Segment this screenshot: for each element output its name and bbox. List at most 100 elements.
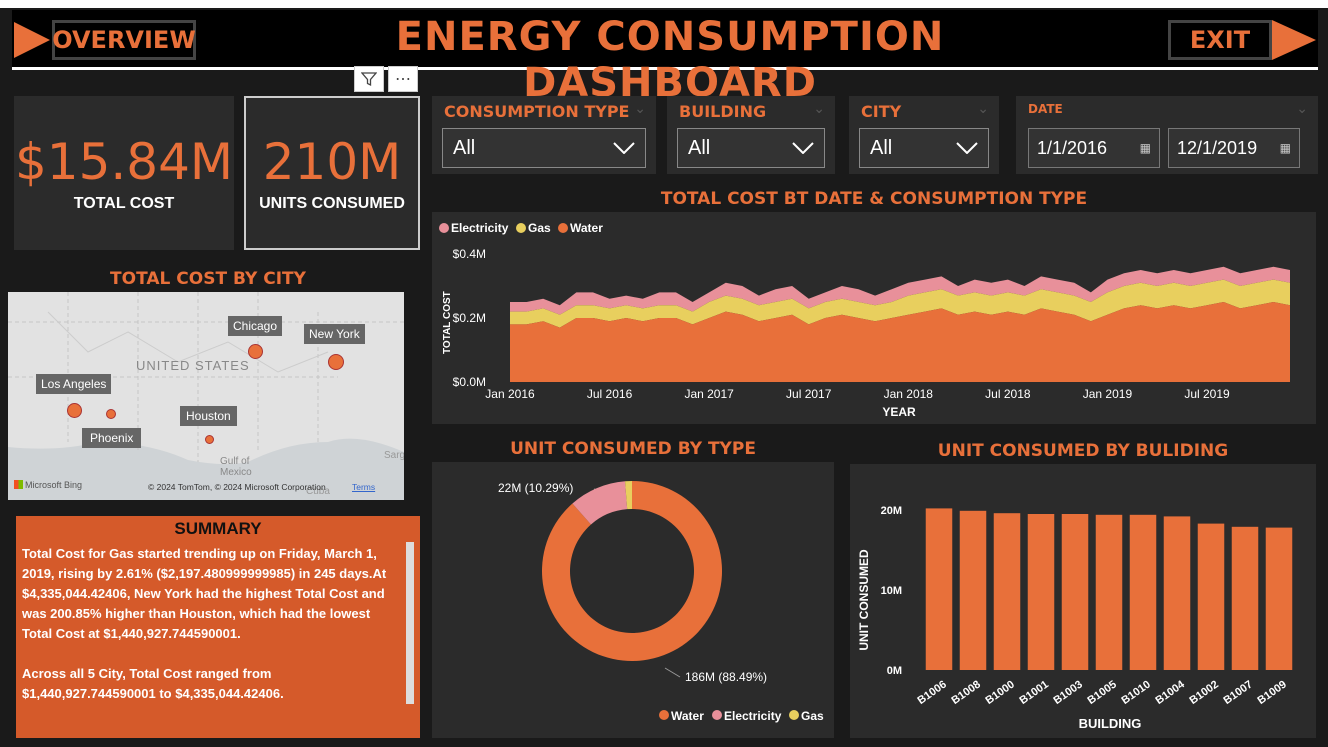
map-bubble-houston[interactable] (205, 435, 214, 444)
consumption-type-dropdown[interactable]: All (442, 128, 646, 168)
donut-label-water: 186M (88.49%) (685, 670, 767, 684)
legend-gas-label: Gas (801, 709, 824, 723)
x-tick-label: B1009 (1255, 679, 1288, 707)
x-tick-label: B1004 (1153, 678, 1187, 707)
chevron-down-icon[interactable]: ⌄ (977, 100, 989, 117)
city-label-phoenix: Phoenix (82, 428, 142, 448)
legend-gas-label: Gas (528, 221, 551, 235)
x-tick-label: B1003 (1051, 679, 1084, 707)
overview-button[interactable]: OVERVIEW (52, 20, 196, 60)
building-dropdown[interactable]: All (677, 128, 825, 168)
bar-b1005 (1095, 514, 1123, 670)
legend-electricity-label: Electricity (451, 221, 509, 235)
legend-gas-swatch (516, 223, 526, 233)
bar-chart[interactable]: UNIT CONSUMED BUILDING 0M10M20MB1006 B100… (850, 464, 1316, 738)
bing-text: Microsoft Bing (25, 480, 83, 490)
summary-paragraph-1: Total Cost for Gas started trending up o… (22, 546, 387, 641)
legend-electricity-swatch (712, 710, 722, 720)
area-chart-title: TOTAL COST BT DATE & CONSUMPTION TYPE (432, 186, 1316, 212)
bar-b1002 (1197, 523, 1225, 670)
y-tick-label: 10M (881, 585, 902, 597)
calendar-icon[interactable]: ▦ (1140, 141, 1151, 155)
start-date-input[interactable]: 1/1/2016 ▦ (1028, 128, 1160, 168)
donut-chart-title: UNIT CONSUMED BY TYPE (432, 436, 834, 462)
x-tick-label: B1005 (1085, 679, 1118, 707)
sarg-label: Sarg (384, 450, 404, 461)
bar-b1008 (959, 510, 987, 670)
consumption-type-slicer: CONSUMPTION TYPE ⌄ All (432, 96, 656, 174)
legend-electricity-label: Electricity (724, 709, 782, 723)
x-tick-label: B1002 (1187, 679, 1220, 707)
y-tick-label: $0.2M (453, 311, 486, 325)
bar-b1010 (1129, 514, 1157, 670)
x-tick-label: B1000 (983, 679, 1016, 707)
dropdown-value: All (870, 136, 893, 159)
legend-water-swatch (659, 710, 669, 720)
date-slicer: DATE ⌄ 1/1/2016 ▦ 12/1/2019 ▦ (1016, 96, 1318, 174)
filter-icon[interactable] (354, 66, 384, 92)
top-strip (0, 0, 1328, 8)
map-bubble-new-york[interactable] (328, 354, 344, 370)
chevron-down-icon[interactable]: ⌄ (813, 100, 825, 117)
y-tick-label: $0.0M (453, 375, 486, 389)
x-tick-label: Jan 2018 (884, 387, 934, 401)
bing-logo: Microsoft Bing (14, 480, 82, 490)
city-map[interactable]: UNITED STATES Gulf of Mexico Cuba Sarg C… (8, 292, 404, 500)
donut-legend: Water Electricity Gas (659, 709, 824, 723)
x-tick-label: B1007 (1221, 679, 1254, 707)
x-tick-label: Jul 2018 (985, 387, 1031, 401)
legend-water-label: Water (671, 709, 704, 723)
gulf-label: Gulf of Mexico (220, 456, 252, 478)
arrow-right-icon[interactable] (1272, 20, 1316, 60)
summary-scrollbar[interactable] (406, 542, 414, 704)
visual-header-icons: ⋯ (354, 66, 418, 92)
chart-legend: Electricity Gas Water (439, 221, 603, 235)
arrow-left-icon (14, 22, 50, 58)
city-label-new-york: New York (304, 324, 365, 344)
donut-label-electricity: 22M (10.29%) (498, 481, 573, 495)
legend-gas-swatch (789, 710, 799, 720)
x-tick-label: Jul 2016 (587, 387, 633, 401)
x-tick-label: B1008 (949, 679, 982, 707)
x-tick-label: Jan 2019 (1083, 387, 1133, 401)
x-tick-label: B1010 (1119, 679, 1152, 707)
x-tick-label: Jul 2019 (1184, 387, 1230, 401)
area-chart[interactable]: Electricity Gas Water TOTAL COST YEAR $0… (432, 212, 1316, 424)
chevron-down-icon[interactable]: ⌄ (634, 100, 646, 117)
dropdown-value: All (453, 136, 476, 159)
bar-b1004 (1163, 516, 1191, 670)
total-cost-value: $15.84M (14, 133, 234, 191)
legend-electricity-swatch (439, 223, 449, 233)
bing-icon (14, 480, 23, 489)
start-date-value: 1/1/2016 (1037, 137, 1108, 158)
more-options-icon[interactable]: ⋯ (388, 66, 418, 92)
chevron-down-icon (956, 142, 978, 154)
units-consumed-card: 210M UNITS CONSUMED (244, 96, 420, 250)
slicer-title: DATE (1028, 102, 1063, 116)
y-axis-label: TOTAL COST (442, 291, 453, 354)
slicer-title: CONSUMPTION TYPE (444, 102, 630, 121)
calendar-icon[interactable]: ▦ (1280, 141, 1291, 155)
y-tick-label: 0M (887, 665, 902, 677)
end-date-input[interactable]: 12/1/2019 ▦ (1168, 128, 1300, 168)
chevron-down-icon[interactable]: ⌄ (1296, 100, 1308, 117)
map-bubble-los-angeles[interactable] (67, 403, 82, 418)
country-label: UNITED STATES (136, 358, 250, 373)
map-bubble-chicago[interactable] (248, 344, 263, 359)
x-tick-label: Jul 2017 (786, 387, 832, 401)
y-tick-label: $0.4M (453, 247, 486, 261)
terms-link[interactable]: Terms (352, 482, 375, 492)
end-date-value: 12/1/2019 (1177, 137, 1258, 158)
bar-b1006 (925, 508, 953, 670)
donut-chart[interactable]: 22M (10.29%) 186M (88.49%) Water Electri… (432, 462, 834, 738)
city-dropdown[interactable]: All (859, 128, 989, 168)
total-cost-label: TOTAL COST (73, 195, 175, 212)
exit-button[interactable]: EXIT (1168, 20, 1272, 60)
x-tick-label: B1001 (1017, 679, 1050, 707)
dropdown-value: All (688, 136, 711, 159)
bar-chart-title: UNIT CONSUMED BY BULIDING (850, 438, 1316, 464)
x-axis-label: YEAR (882, 405, 916, 419)
y-tick-label: 20M (881, 505, 902, 517)
map-bubble-phoenix[interactable] (106, 409, 116, 419)
bar-b1001 (1027, 514, 1055, 670)
